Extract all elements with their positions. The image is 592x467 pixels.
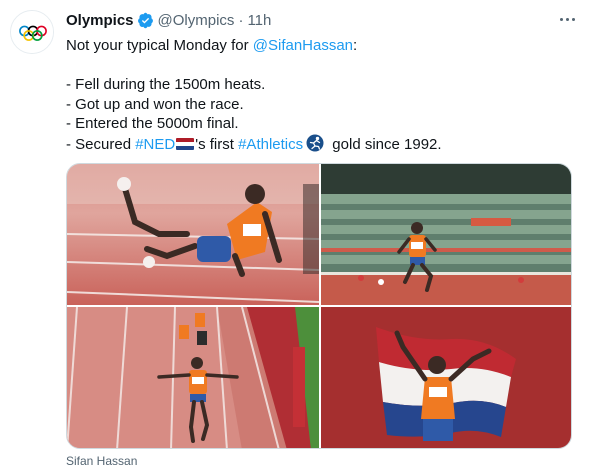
separator-dot: · (238, 11, 244, 29)
olympic-rings-icon[interactable] (10, 10, 54, 54)
intro-text: Not your typical Monday for (66, 37, 253, 54)
verified-badge-icon (137, 12, 154, 29)
tweet-line-intro: Not your typical Monday for @SifanHassan… (66, 36, 566, 56)
hashtag-ned[interactable]: #NED (135, 136, 175, 153)
tweet-text: Not your typical Monday for @SifanHassan… (66, 36, 566, 153)
mention-sifanhassan[interactable]: @SifanHassan (253, 37, 353, 54)
runner-fallen-on-track-photo[interactable] (67, 164, 319, 305)
bullet4-end: gold since 1992. (328, 135, 442, 153)
bullet-line-1: - Fell during the 1500m heats. (66, 76, 266, 93)
bullet-line-2: - Got up and won the race. (66, 95, 244, 113)
athletics-hashflag-icon (305, 134, 325, 152)
runner-in-stadium-photo[interactable] (321, 164, 571, 305)
runner-crossing-finish-photo[interactable] (67, 307, 319, 448)
bullet-line-3: - Entered the 5000m final. (66, 115, 239, 132)
hashtag-athletics[interactable]: #Athletics (238, 136, 303, 153)
tweet-header: Olympics @Olympics · 11h (66, 10, 271, 30)
media-grid (66, 163, 572, 449)
tweet-timestamp[interactable]: 11h (247, 12, 271, 29)
intro-colon: : (353, 37, 358, 54)
photo-caption[interactable]: Sifan Hassan (66, 454, 137, 467)
runner-with-dutch-flag-photo[interactable] (321, 307, 571, 448)
more-options-icon[interactable] (556, 8, 578, 30)
bullet4-mid: 's first (195, 135, 239, 153)
netherlands-flag-icon (176, 137, 195, 150)
author-handle[interactable]: @Olympics (158, 12, 235, 29)
tweet-card[interactable]: Olympics @Olympics · 11h Not your typica… (0, 0, 592, 467)
bullet-line-4: - Secured #NED 's first #Athletics gold s… (66, 134, 566, 154)
bullet4-start: - Secured (66, 135, 136, 153)
author-name[interactable]: Olympics (66, 12, 134, 29)
